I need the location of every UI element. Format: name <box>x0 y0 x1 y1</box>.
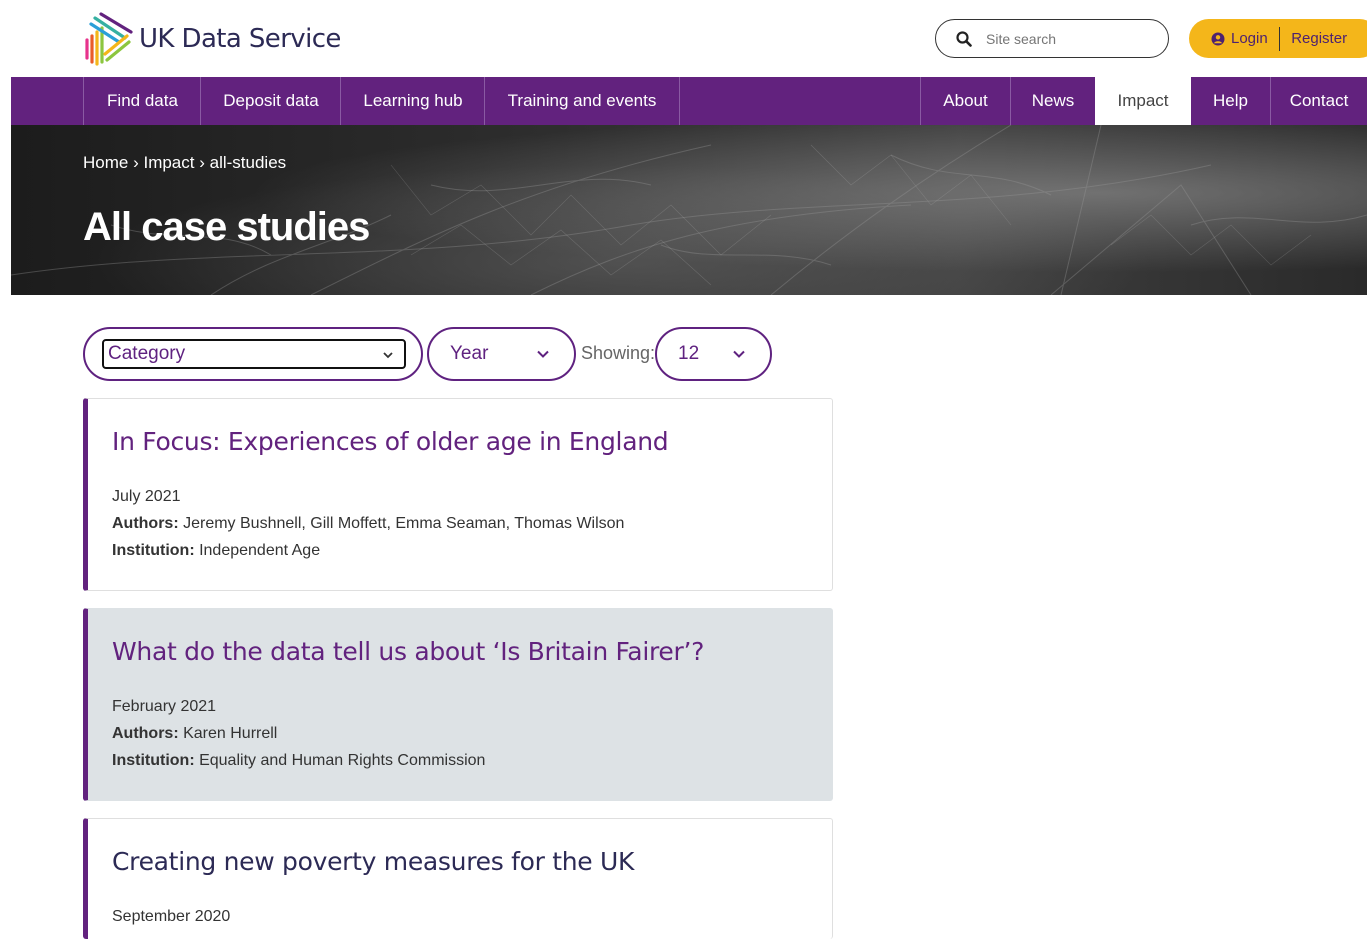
nav-learning-hub[interactable]: Learning hub <box>340 77 485 125</box>
case-study-card[interactable]: In Focus: Experiences of older age in En… <box>83 398 833 591</box>
case-study-title[interactable]: What do the data tell us about ‘Is Brita… <box>112 637 704 666</box>
results-per-page-value: 12 <box>678 343 700 364</box>
category-select-value: Category <box>108 343 186 364</box>
institution-value: Equality and Human Rights Commission <box>194 752 486 769</box>
chevron-down-icon <box>383 352 393 359</box>
authors-label: Authors: <box>112 725 179 742</box>
logo-mark-icon <box>85 12 133 66</box>
nav-help[interactable]: Help <box>1191 77 1270 125</box>
page-title: All case studies <box>83 205 370 249</box>
category-filter[interactable]: Category <box>83 327 423 381</box>
year-filter[interactable]: Year <box>427 327 576 381</box>
nav-deposit-data[interactable]: Deposit data <box>200 77 341 125</box>
login-button[interactable]: Login <box>1211 30 1268 47</box>
case-study-card[interactable]: Creating new poverty measures for the UK… <box>83 818 833 939</box>
user-circle-icon <box>1211 32 1225 45</box>
nav-impact[interactable]: Impact <box>1095 77 1191 125</box>
breadcrumb: Home › Impact › all-studies <box>83 153 286 173</box>
authors-value: Karen Hurrell <box>178 725 278 742</box>
nav-about[interactable]: About <box>920 77 1010 125</box>
chevron-down-icon <box>733 350 745 358</box>
case-study-institution: Institution: Independent Age <box>112 542 320 560</box>
breadcrumb-impact[interactable]: Impact <box>143 153 194 172</box>
case-study-title[interactable]: In Focus: Experiences of older age in En… <box>112 427 669 456</box>
chevron-down-icon <box>537 350 549 358</box>
case-study-card[interactable]: What do the data tell us about ‘Is Brita… <box>83 608 833 801</box>
year-select-value: Year <box>450 343 489 364</box>
register-button[interactable]: Register <box>1291 30 1347 47</box>
breadcrumb-separator: › <box>128 153 144 172</box>
brand-name: UK Data Service <box>139 24 341 54</box>
nav-news[interactable]: News <box>1010 77 1095 125</box>
results-per-page-filter[interactable]: 12 <box>655 327 772 381</box>
case-study-authors: Authors: Karen Hurrell <box>112 725 277 743</box>
authors-value: Jeremy Bushnell, Gill Moffett, Emma Seam… <box>178 515 625 532</box>
authors-label: Authors: <box>112 515 179 532</box>
search-icon <box>956 30 972 47</box>
showing-label: Showing: <box>581 343 656 363</box>
account-divider <box>1278 26 1281 51</box>
breadcrumb-separator: › <box>194 153 210 172</box>
hero-banner: Home › Impact › all-studies All case stu… <box>11 125 1367 295</box>
nav-find-data[interactable]: Find data <box>83 77 201 125</box>
case-study-date: July 2021 <box>112 488 181 505</box>
uk-data-service-logo[interactable]: UK Data Service <box>83 12 341 66</box>
site-header: UK Data Service Login Register <box>0 0 1367 77</box>
main-nav: Find data Deposit data Learning hub Trai… <box>11 77 1367 125</box>
account-pill: Login Register <box>1189 19 1367 58</box>
case-study-title[interactable]: Creating new poverty measures for the UK <box>112 847 634 876</box>
nav-contact[interactable]: Contact <box>1270 77 1367 125</box>
breadcrumb-current: all-studies <box>209 153 287 172</box>
nav-training-and-events[interactable]: Training and events <box>484 77 680 125</box>
institution-label: Institution: <box>112 542 195 559</box>
search-input[interactable] <box>984 29 1154 48</box>
breadcrumb-home[interactable]: Home <box>83 153 128 172</box>
case-study-date: February 2021 <box>112 698 217 715</box>
site-search[interactable] <box>935 19 1169 58</box>
institution-value: Independent Age <box>194 542 321 559</box>
case-study-date: September 2020 <box>112 908 231 925</box>
case-study-authors: Authors: Jeremy Bushnell, Gill Moffett, … <box>112 515 624 533</box>
institution-label: Institution: <box>112 752 195 769</box>
category-select[interactable]: Category <box>102 339 406 369</box>
login-label: Login <box>1231 30 1268 47</box>
case-study-institution: Institution: Equality and Human Rights C… <box>112 752 485 770</box>
